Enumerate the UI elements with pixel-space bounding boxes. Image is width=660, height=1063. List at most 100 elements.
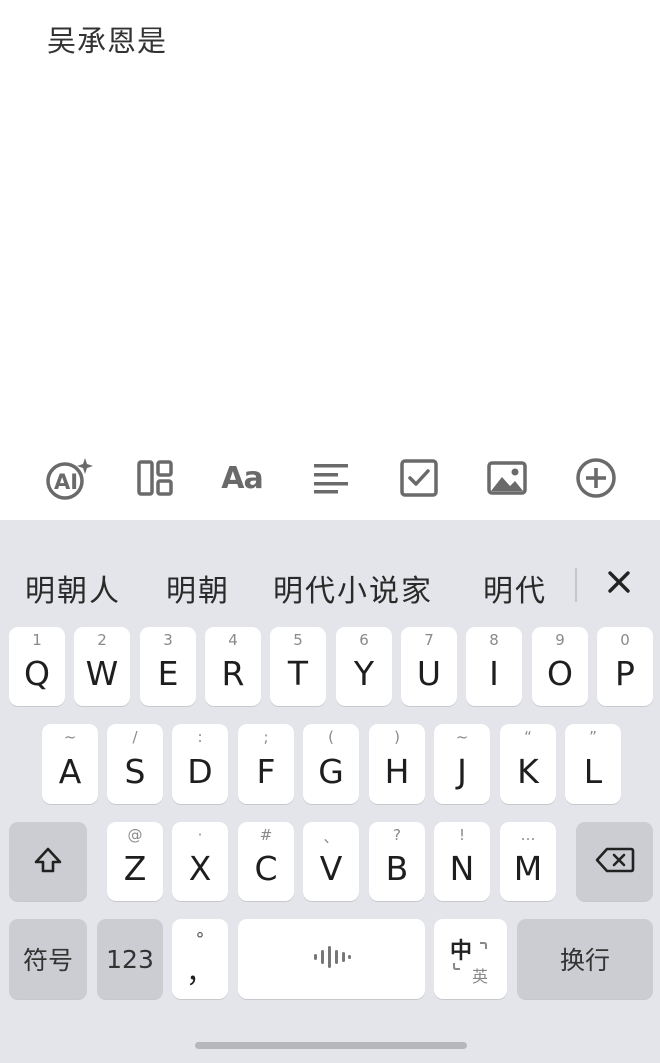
key-letter: Y: [353, 654, 375, 693]
key-hint: ?: [393, 826, 401, 844]
key-w[interactable]: 2W: [74, 627, 130, 706]
ai-label: AI: [54, 470, 78, 494]
key-letter: W: [85, 654, 119, 693]
shift-icon: [33, 846, 63, 878]
key-u[interactable]: 7U: [401, 627, 457, 706]
candidate-item[interactable]: 明朝人: [25, 566, 121, 610]
key-s[interactable]: / S: [107, 724, 163, 804]
key-letter: H: [384, 751, 410, 791]
key-letter: N: [449, 849, 475, 888]
backspace-key[interactable]: [576, 822, 653, 901]
key-letter: C: [254, 849, 278, 888]
key-z[interactable]: @ Z: [107, 822, 163, 901]
shift-key[interactable]: [9, 822, 87, 901]
key-hint: 8: [489, 631, 499, 649]
formatting-toolbar: AI Aa: [0, 438, 660, 520]
key-k[interactable]: “K: [500, 724, 556, 804]
home-indicator[interactable]: [195, 1042, 467, 1049]
ai-button[interactable]: AI: [40, 450, 96, 506]
key-q[interactable]: 1Q: [9, 627, 65, 706]
ime-keyboard: 明朝人 明朝 明代小说家 明代 1Q 2W 3E 4R 5T 6Y 7U 8I …: [0, 520, 660, 1063]
key-hint: #: [259, 826, 273, 844]
symbols-label: 符号: [22, 946, 73, 975]
key-hint: :: [197, 728, 203, 746]
key-b[interactable]: ? B: [369, 822, 425, 901]
key-hint: 2: [97, 631, 107, 649]
key-letter: A: [58, 751, 82, 791]
key-hint: !: [458, 826, 465, 844]
voice-waveform-icon: [312, 944, 352, 974]
checkbox-icon: [400, 459, 438, 497]
key-hint: 3: [163, 631, 173, 649]
key-letter: Q: [24, 654, 50, 693]
key-n[interactable]: ! N: [434, 822, 490, 901]
key-letter: E: [157, 654, 179, 693]
key-o[interactable]: 9O: [532, 627, 588, 706]
key-hint: “: [524, 728, 532, 746]
key-j[interactable]: ~ J: [434, 724, 490, 804]
key-letter: O: [547, 654, 573, 693]
key-letter: S: [124, 751, 146, 791]
key-g[interactable]: (G: [303, 724, 359, 804]
key-i[interactable]: 8I: [466, 627, 522, 706]
align-left-icon: [313, 462, 349, 494]
enter-key[interactable]: 换行: [517, 919, 653, 999]
layout-button[interactable]: [127, 450, 183, 506]
key-e[interactable]: 3E: [140, 627, 196, 706]
key-m[interactable]: … M: [500, 822, 556, 901]
key-f[interactable]: ; F: [238, 724, 294, 804]
close-icon: [607, 570, 631, 598]
symbols-key[interactable]: 符号: [9, 919, 87, 999]
key-r[interactable]: 4R: [205, 627, 261, 706]
note-editor[interactable]: 吴承恩是: [0, 0, 660, 438]
key-letter: J: [457, 751, 467, 791]
backspace-icon: [595, 846, 635, 878]
candidate-divider: [575, 568, 577, 602]
key-letter: L: [583, 751, 603, 791]
key-hint: …: [520, 826, 536, 844]
note-text[interactable]: 吴承恩是: [47, 18, 167, 60]
key-letter: Z: [123, 849, 147, 888]
key-hint: 、: [323, 828, 339, 846]
key-letter: X: [188, 849, 212, 888]
align-button[interactable]: [303, 450, 359, 506]
numbers-key[interactable]: 123: [97, 919, 163, 999]
add-button[interactable]: [568, 450, 624, 506]
key-l[interactable]: ” L: [565, 724, 621, 804]
key-v[interactable]: 、 V: [303, 822, 359, 901]
candidate-item[interactable]: 明代小说家: [273, 566, 433, 610]
key-hint: ”: [589, 728, 597, 746]
key-letter: I: [489, 654, 499, 693]
space-key[interactable]: [238, 919, 425, 999]
key-c[interactable]: # C: [238, 822, 294, 901]
insert-image-button[interactable]: [479, 450, 535, 506]
key-hint: 0: [620, 631, 630, 649]
key-y[interactable]: 6Y: [336, 627, 392, 706]
key-hint: 5: [293, 631, 303, 649]
key-d[interactable]: :D: [172, 724, 228, 804]
font-size-button[interactable]: Aa: [214, 450, 270, 506]
key-h[interactable]: ) H: [369, 724, 425, 804]
key-hint: 9: [555, 631, 565, 649]
checklist-button[interactable]: [391, 450, 447, 506]
key-p[interactable]: 0P: [597, 627, 653, 706]
key-letter: T: [287, 654, 309, 693]
punctuation-key[interactable]: ° ，: [172, 919, 228, 999]
key-letter: P: [615, 654, 635, 693]
font-size-icon: Aa: [221, 460, 263, 496]
key-letter: R: [221, 654, 245, 693]
language-switch-key[interactable]: 中 英: [434, 919, 507, 999]
close-candidates-button[interactable]: [603, 568, 635, 600]
candidate-bar: 明朝人 明朝 明代小说家 明代: [0, 520, 660, 620]
key-x[interactable]: · X: [172, 822, 228, 901]
key-hint: /: [132, 728, 138, 746]
key-letter: V: [319, 849, 343, 888]
key-hint: 6: [359, 631, 369, 649]
key-a[interactable]: ~ A: [42, 724, 98, 804]
key-t[interactable]: 5T: [270, 627, 326, 706]
enter-label: 换行: [559, 946, 610, 975]
candidate-item[interactable]: 明代: [483, 566, 547, 610]
candidate-item[interactable]: 明朝: [166, 566, 230, 610]
numbers-label: 123: [106, 944, 154, 974]
key-hint: ): [394, 728, 400, 746]
